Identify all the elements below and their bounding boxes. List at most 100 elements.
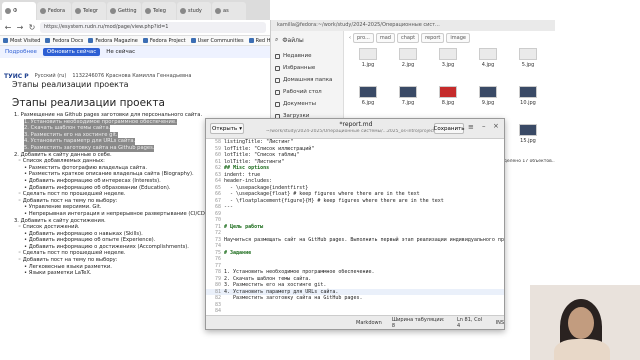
sidebar-item[interactable]: Избранные — [275, 63, 343, 73]
breadcrumb-item[interactable]: chapt — [396, 32, 420, 43]
list-item-text: • Разместить фотографию владельца сайта. — [24, 164, 147, 171]
notification-more-link[interactable]: Подробнее — [5, 49, 37, 55]
sidebar-item-label: Недавние — [283, 53, 312, 59]
reload-icon[interactable]: ↻ — [28, 23, 36, 32]
list-item-text: • Добавить информацию о навыках (Skills)… — [24, 230, 143, 237]
insert-mode: INS — [495, 319, 504, 326]
back-icon[interactable]: ← — [4, 23, 12, 32]
bookmark-icon — [45, 38, 51, 43]
page-title: Этапы реализации проекта — [12, 97, 165, 109]
file-thumbnail[interactable]: 15.jpg — [513, 124, 543, 152]
bookmark-item[interactable]: User Communities — [190, 38, 244, 44]
file-name: 5.jpg — [521, 62, 535, 68]
bookmark-item[interactable]: Fedora Project — [142, 38, 186, 44]
bookmark-icon — [3, 38, 8, 43]
file-thumbnail[interactable]: 1.jpg — [353, 48, 383, 76]
browser-tab[interactable]: Teleg — [142, 2, 176, 20]
close-icon[interactable]: × — [493, 122, 499, 130]
update-now-button[interactable]: Обновить сейчас — [42, 48, 101, 56]
file-name: 10.jpg — [520, 100, 536, 106]
site-logo[interactable]: ТУИС Р — [4, 73, 29, 80]
file-thumbnail[interactable]: 8.jpg — [433, 86, 463, 114]
folder-icon — [275, 89, 280, 95]
bookmark-icon — [248, 38, 254, 43]
file-name: 6.jpg — [361, 100, 375, 106]
image-file-icon — [519, 48, 537, 60]
file-thumbnail[interactable]: 7.jpg — [393, 86, 423, 114]
text-editor-window: Открыть ▾ *report.md ~/work/study/2024-2… — [205, 118, 505, 330]
save-button[interactable]: Сохранить — [434, 123, 464, 134]
browser-tab[interactable]: Telegr — [72, 2, 106, 20]
sidebar-item[interactable]: Документы — [275, 99, 343, 109]
bookmark-item[interactable]: Most Visited — [3, 38, 40, 44]
bookmark-label: Fedora Magazine — [95, 37, 138, 44]
not-now-button[interactable]: Не сейчас — [106, 49, 135, 55]
forward-icon[interactable]: → — [16, 23, 24, 32]
bookmarks-bar: Most Visited Fedora Docs Fedora Magazine Fe… — [0, 36, 275, 46]
code-line: 73 Научиться размещать сайт на GitHub pag… — [206, 237, 504, 244]
file-name: 8.jpg — [441, 100, 455, 106]
tab-favicon-icon — [145, 8, 151, 14]
tab-favicon-icon — [215, 8, 221, 14]
list-item-text: ◦ Список достижений. — [18, 224, 80, 231]
bookmark-label: Fedora Docs — [52, 37, 84, 44]
list-item-text: • Разместить краткое описание владельца … — [24, 171, 194, 178]
sidebar-item[interactable]: Рабочий стол — [275, 87, 343, 97]
line-text: --- — [224, 204, 234, 210]
open-button[interactable]: Открыть ▾ — [210, 123, 244, 134]
browser-tab[interactable]: Ф — [2, 2, 36, 20]
tab-favicon-icon — [110, 8, 116, 14]
file-thumbnail[interactable]: 2.jpg — [393, 48, 423, 76]
file-thumbnail[interactable]: 4.jpg — [473, 48, 503, 76]
sidebar-item[interactable]: Недавние — [275, 51, 343, 61]
image-file-icon — [479, 48, 497, 60]
image-file-icon — [359, 86, 377, 98]
selection-status: еделено 17 объектов (624,6 кБ) — [501, 159, 557, 164]
address-input[interactable]: https://esystem.rudn.ru/mod/page/view.ph… — [40, 22, 266, 33]
files-title: kamilla@fedora:~/work/study/2024-2025/Оп… — [271, 20, 556, 31]
breadcrumb-item[interactable]: pro... — [353, 32, 374, 43]
file-thumbnail[interactable]: 9.jpg — [473, 86, 503, 114]
list-item-text: ◦ Добавить пост на тему по выбору: — [18, 257, 118, 264]
user-name[interactable]: 1132246076 Краснова Камилла Геннадьевна — [72, 73, 191, 79]
language-mode[interactable]: Markdown — [356, 320, 382, 326]
browser-tab[interactable]: as — [212, 2, 246, 20]
browser-tab[interactable]: Getting — [107, 2, 141, 20]
url-bar: ← → ↻ https://esystem.rudn.ru/mod/page/v… — [0, 20, 270, 36]
bookmark-label: Most Visited — [10, 37, 41, 44]
breadcrumb-item[interactable]: mad — [375, 32, 395, 43]
editor-text-area[interactable]: 58 listingTitle: "Листинг" 59 lofTitle: "Сп… — [206, 139, 504, 315]
file-name: 3.jpg — [441, 62, 455, 68]
image-file-icon — [479, 86, 497, 98]
back-icon[interactable]: ‹ — [349, 35, 351, 41]
file-name: 9.jpg — [481, 100, 495, 106]
breadcrumb-item[interactable]: image — [446, 32, 470, 43]
sidebar-item-label: Рабочий стол — [283, 89, 322, 95]
file-thumbnail[interactable]: 10.jpg — [513, 86, 543, 114]
language-selector[interactable]: Русский (ru) — [35, 73, 67, 79]
list-item-text: • Легковесные языки разметки. — [24, 263, 112, 270]
tab-favicon-icon — [180, 8, 186, 14]
list-item-text: 2. Скачать шаблон темы сайта. — [24, 125, 111, 132]
browser-tab[interactable]: Fedora — [37, 2, 71, 20]
bookmark-item[interactable]: Fedora Magazine — [88, 38, 138, 44]
list-item-text: • Управление версиями. Git. — [24, 204, 102, 211]
chevron-down-icon: ▾ — [239, 125, 242, 132]
file-thumbnail[interactable]: 6.jpg — [353, 86, 383, 114]
file-thumbnail[interactable]: 5.jpg — [513, 48, 543, 76]
files-app-title: Файлы — [282, 36, 304, 44]
tab-favicon-icon — [75, 8, 81, 14]
sidebar-item[interactable]: Домашняя папка — [275, 75, 343, 85]
menu-icon[interactable]: ≡ — [468, 123, 474, 131]
minimize-icon[interactable]: – — [482, 122, 486, 130]
image-file-icon — [399, 86, 417, 98]
tab-favicon-icon — [40, 8, 46, 14]
sidebar-item-label: Избранные — [283, 65, 316, 71]
tab-width[interactable]: Ширина табуляции: 8 — [392, 317, 447, 329]
file-thumbnail[interactable]: 3.jpg — [433, 48, 463, 76]
search-icon[interactable]: ⌕ — [275, 36, 278, 44]
browser-tab[interactable]: study — [177, 2, 211, 20]
bookmark-item[interactable]: Fedora Docs — [45, 38, 83, 44]
editor-path: ~/work/study/2024-2025/Операционные сист… — [266, 129, 446, 134]
breadcrumb-item[interactable]: report — [421, 32, 445, 43]
